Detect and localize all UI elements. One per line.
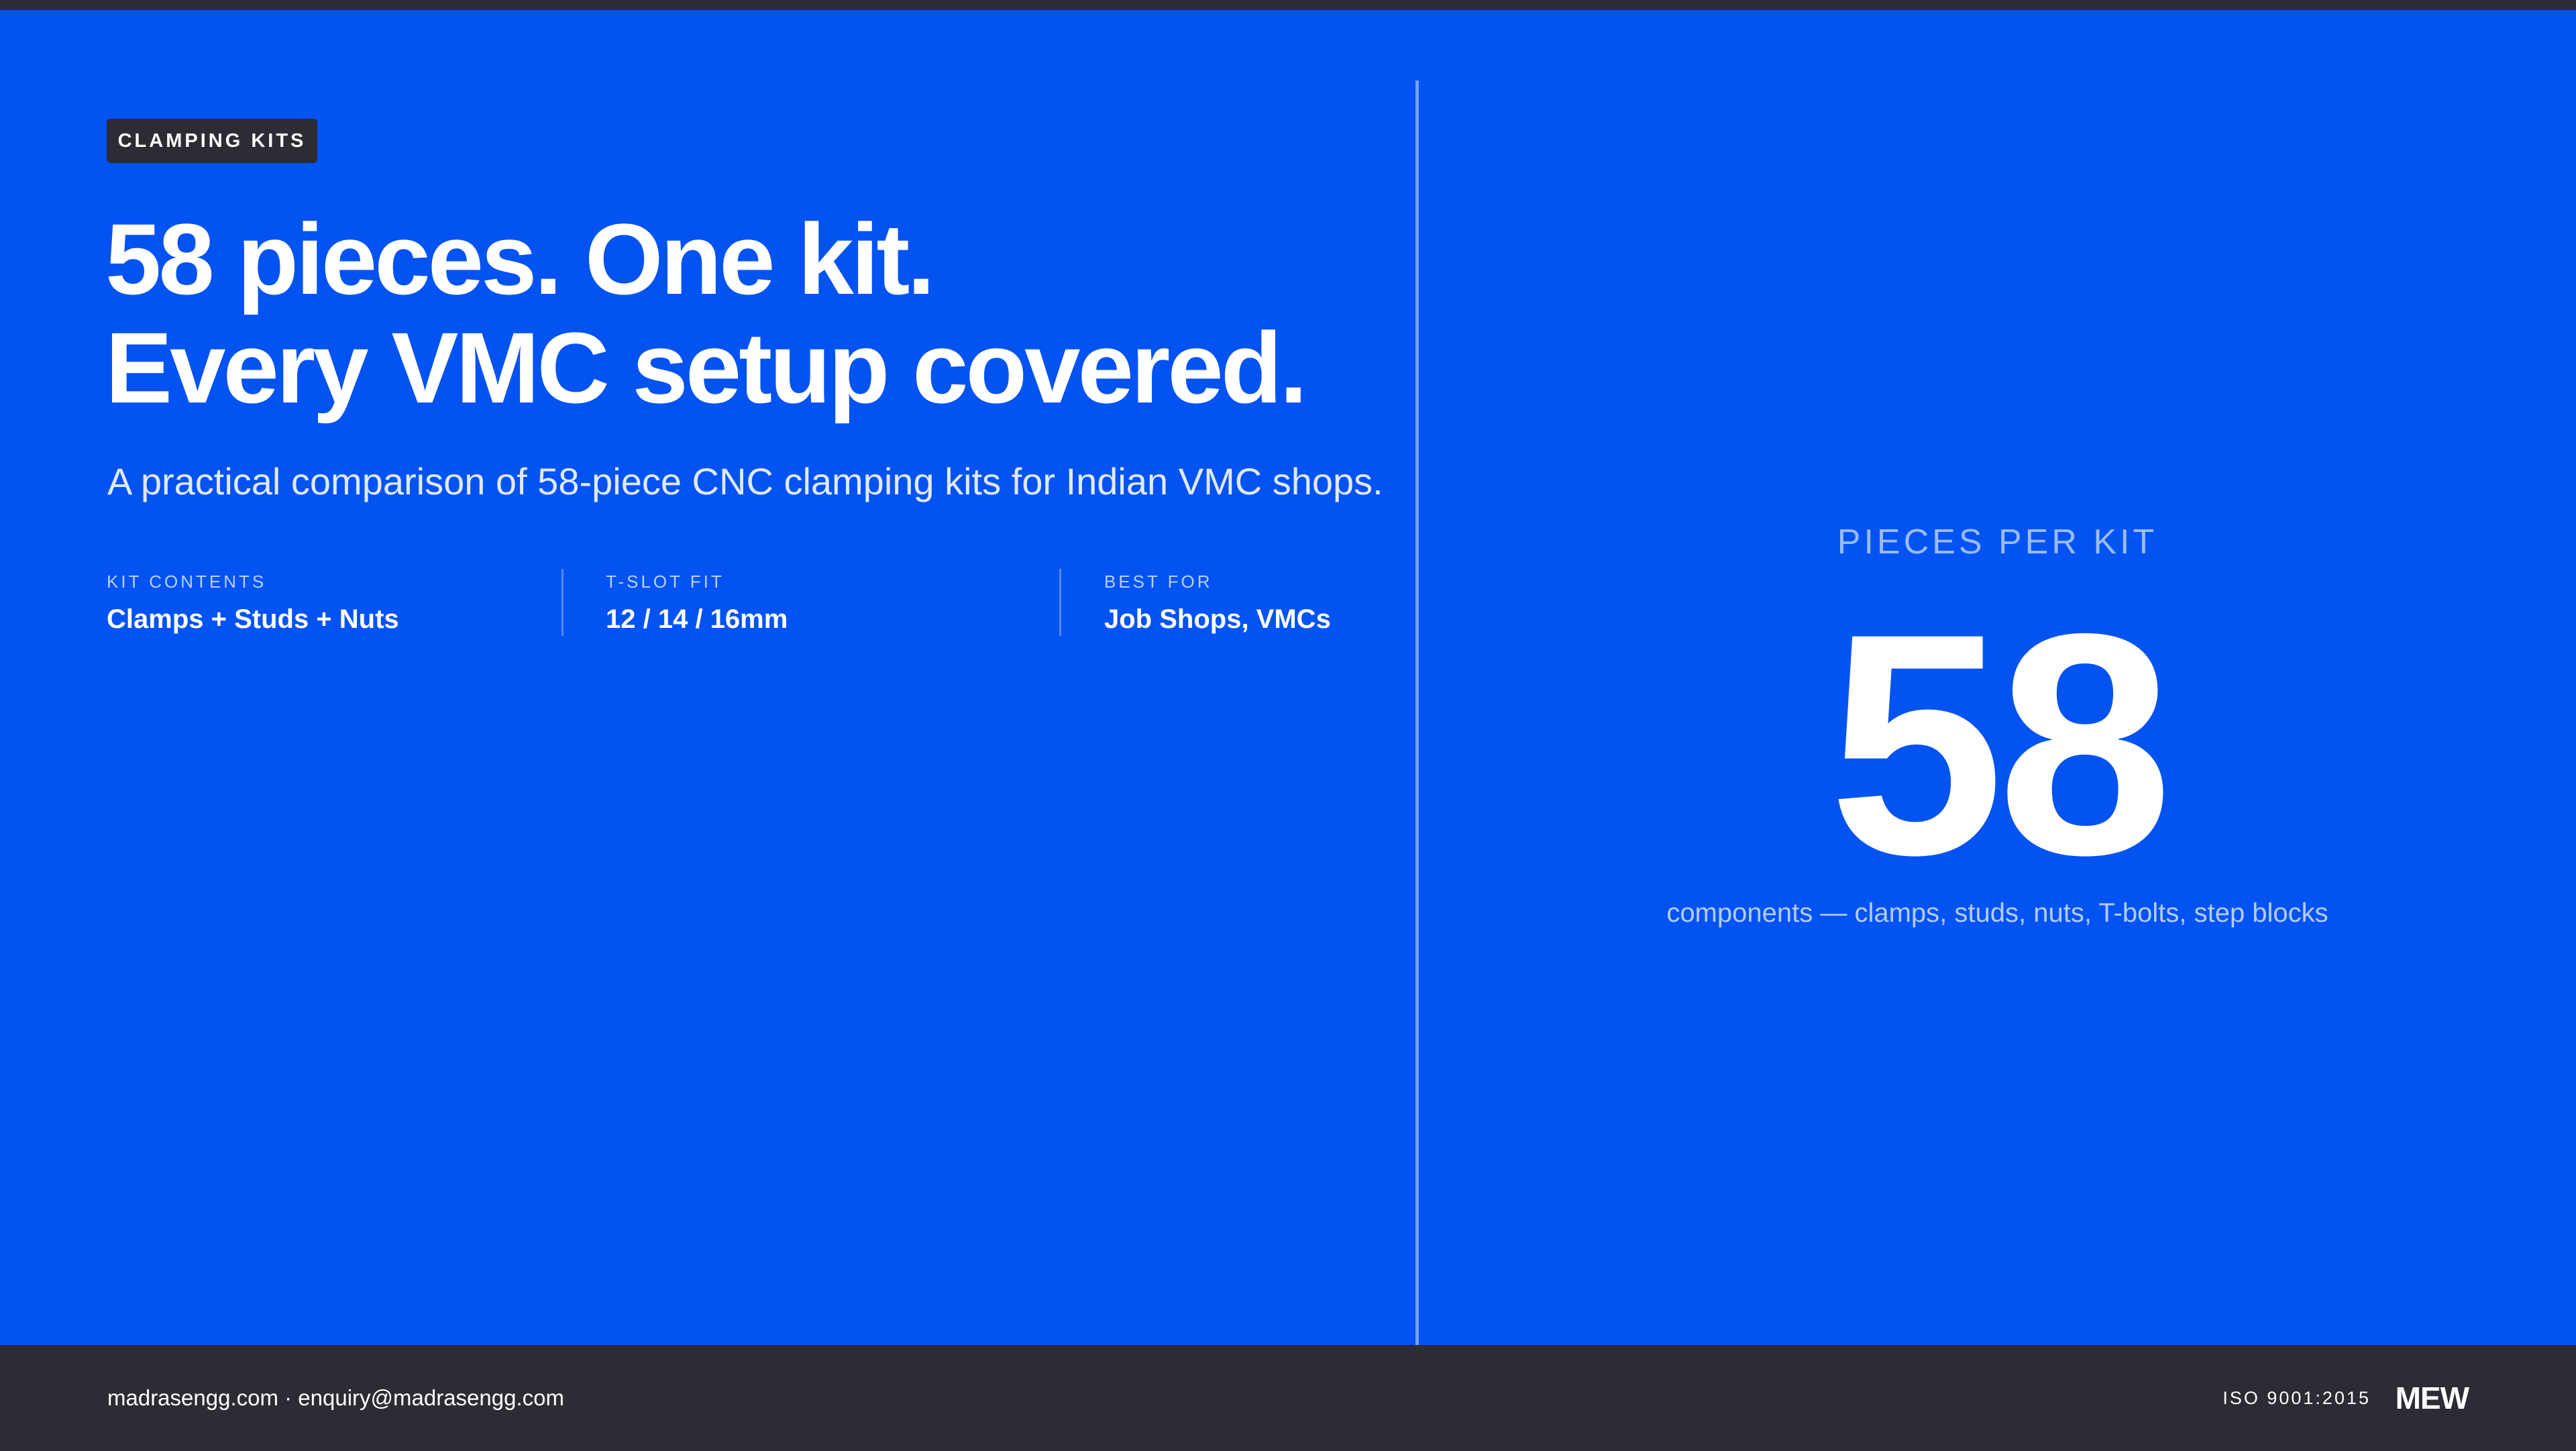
iso-certification: ISO 9001:2015 [2222,1388,2371,1408]
stat-number: 58 [1829,568,2173,920]
top-bar [0,0,2576,10]
subheadline: A practical comparison of 58-piece CNC c… [107,460,1383,502]
spec-value: 12 / 14 / 16mm [606,604,788,634]
company-logo: MEW [2395,1381,2469,1415]
headline-line-2: Every VMC setup covered. [105,311,1307,424]
headline-line-1: 58 pieces. One kit. [105,203,935,315]
stat-caption: components — clamps, studs, nuts, T-bolt… [1666,898,2328,928]
footer: madrasengg.com · enquiry@madrasengg.com … [0,1345,2576,1451]
spec-divider [561,569,564,636]
footer-contact: madrasengg.com · enquiry@madrasengg.com [107,1385,564,1410]
category-tag: CLAMPING KITS [107,119,317,163]
spec-label: BEST FOR [1104,572,1213,592]
spec-value: Clamps + Studs + Nuts [107,604,399,634]
spec-label: T-SLOT FIT [606,572,724,592]
spec-divider [1059,569,1061,636]
page-headline: 58 pieces. One kit. Every VMC setup cove… [105,203,1307,424]
spec-label: KIT CONTENTS [107,572,267,592]
stat-label: PIECES PER KIT [1837,523,2158,561]
spec-value: Job Shops, VMCs [1104,604,1331,634]
